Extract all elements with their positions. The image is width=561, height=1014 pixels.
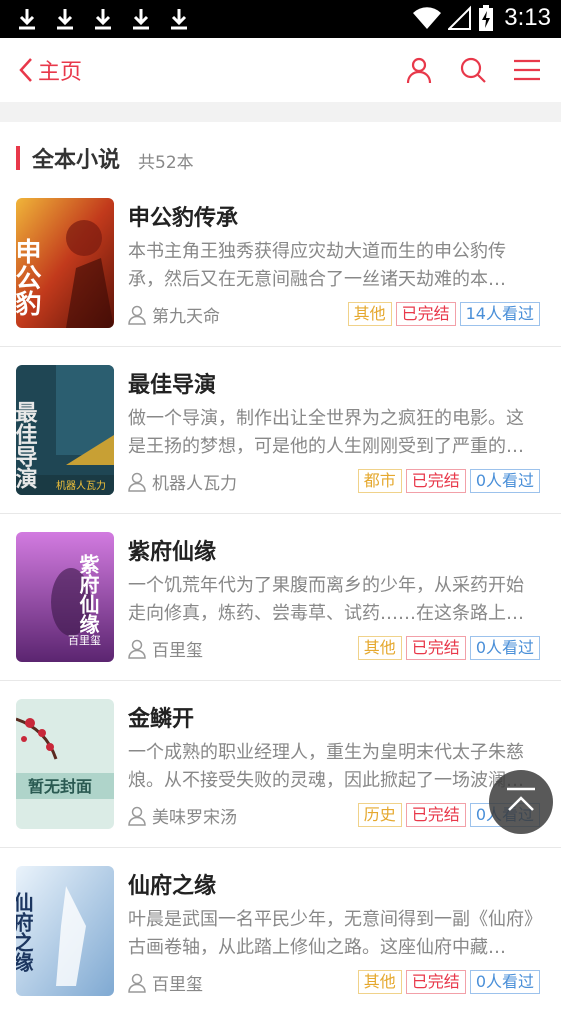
notification-icons bbox=[14, 6, 192, 32]
download-icon bbox=[133, 9, 149, 30]
book-item[interactable]: 申公豹 申公豹传承 本书主角王独秀获得应灾劫大道而生的申公豹传承，然后又在无意间… bbox=[0, 180, 561, 347]
book-item[interactable]: 紫府仙缘 百里玺 紫府仙缘 一个饥荒年代为了果腹而离乡的少年，从采药开始走向修真… bbox=[0, 514, 561, 681]
book-author: 机器人瓦力 bbox=[128, 469, 237, 494]
book-cover[interactable]: 紫府仙缘 百里玺 bbox=[16, 532, 114, 662]
status-badge: 已完结 bbox=[405, 469, 466, 493]
clock: 3:13 bbox=[504, 4, 551, 31]
category-badge: 其他 bbox=[357, 970, 402, 994]
author-icon bbox=[128, 472, 146, 492]
book-author: 百里玺 bbox=[128, 636, 203, 661]
status-badge: 已完结 bbox=[395, 302, 456, 326]
book-description: 一个成熟的职业经理人，重生为皇明末代太子朱慈烺。从不接受失败的灵魂，因此掀起了一… bbox=[128, 742, 524, 791]
download-icon bbox=[57, 9, 73, 30]
category-badge: 都市 bbox=[357, 469, 402, 493]
book-title: 仙府之缘 bbox=[128, 874, 217, 899]
back-to-top-icon bbox=[507, 787, 535, 811]
status-icons: 3:13 bbox=[412, 4, 551, 32]
book-item[interactable]: 暂无封面 金鳞开 一个成熟的职业经理人，重生为皇明末代太子朱慈烺。从不接受失败的… bbox=[0, 681, 561, 848]
book-list: 申公豹 申公豹传承 本书主角王独秀获得应灾劫大道而生的申公豹传承，然后又在无意间… bbox=[0, 180, 561, 1014]
views-badge: 14人看过 bbox=[459, 302, 540, 326]
menu-icon[interactable] bbox=[513, 56, 541, 84]
book-title: 紫府仙缘 bbox=[128, 540, 217, 565]
signal-icon bbox=[448, 5, 472, 30]
book-title: 最佳导演 bbox=[128, 373, 217, 398]
author-name: 第九天命 bbox=[152, 307, 220, 327]
wifi-icon bbox=[413, 7, 442, 29]
back-label: 主页 bbox=[38, 60, 83, 85]
views-badge: 0人看过 bbox=[469, 636, 540, 660]
author-icon bbox=[128, 973, 146, 993]
book-item[interactable]: 仙府之缘 仙府之缘 叶晨是武国一名平民少年，无意间得到一副《仙府》古画卷轴，从此… bbox=[0, 848, 561, 1014]
author-icon bbox=[128, 639, 146, 659]
cover-title: 仙府之缘 bbox=[16, 891, 34, 972]
cover-title: 申公豹 bbox=[16, 238, 42, 316]
views-badge: 0人看过 bbox=[469, 469, 540, 493]
book-cover[interactable]: 仙府之缘 bbox=[16, 866, 114, 996]
download-icon bbox=[171, 9, 187, 30]
section-header: 全本小说 共52本 bbox=[0, 140, 561, 178]
category-badge: 历史 bbox=[357, 803, 402, 827]
status-badge: 已完结 bbox=[405, 970, 466, 994]
views-badge: 0人看过 bbox=[469, 970, 540, 994]
cover-author: 百里玺 bbox=[68, 634, 101, 647]
download-icon bbox=[95, 9, 111, 30]
cover-title: 紫府仙缘 bbox=[76, 554, 100, 634]
author-name: 美味罗宋汤 bbox=[152, 808, 237, 828]
battery-charging-icon bbox=[479, 5, 494, 31]
chevron-left-icon bbox=[19, 58, 32, 82]
download-icon bbox=[19, 9, 35, 30]
divider bbox=[0, 102, 561, 122]
book-description: 叶晨是武国一名平民少年，无意间得到一副《仙府》古画卷轴，从此踏上修仙之路。这座仙… bbox=[128, 909, 533, 958]
book-description: 做一个导演，制作出让全世界为之疯狂的电影。这是王扬的梦想，可是他的人生刚刚受到了… bbox=[128, 408, 524, 457]
top-nav: 主页 bbox=[0, 38, 561, 102]
category-badge: 其他 bbox=[347, 302, 392, 326]
book-cover[interactable]: 最佳导演 机器人瓦力 bbox=[16, 365, 114, 495]
book-author: 第九天命 bbox=[128, 302, 220, 327]
author-name: 百里玺 bbox=[152, 641, 203, 661]
book-cover[interactable]: 暂无封面 bbox=[16, 699, 114, 829]
book-item[interactable]: 最佳导演 机器人瓦力 最佳导演 做一个导演，制作出让全世界为之疯狂的电影。这是王… bbox=[0, 347, 561, 514]
status-bar: 3:13 bbox=[0, 0, 561, 38]
book-author: 百里玺 bbox=[128, 970, 203, 995]
author-name: 机器人瓦力 bbox=[152, 474, 237, 494]
back-button[interactable]: 主页 bbox=[18, 54, 82, 86]
cover-author: 机器人瓦力 bbox=[56, 479, 106, 492]
book-description: 一个饥荒年代为了果腹而离乡的少年，从采药开始走向修真，炼药、尝毒草、试药……在这… bbox=[128, 575, 524, 624]
search-icon[interactable] bbox=[459, 56, 487, 84]
status-badge: 已完结 bbox=[405, 803, 466, 827]
book-description: 本书主角王独秀获得应灾劫大道而生的申公豹传承，然后又在无意间融合了一丝诸天劫难的… bbox=[128, 241, 506, 290]
section-title: 全本小说 bbox=[32, 148, 121, 173]
book-cover[interactable]: 申公豹 bbox=[16, 198, 114, 328]
book-author: 美味罗宋汤 bbox=[128, 803, 237, 828]
cover-title: 暂无封面 bbox=[28, 777, 92, 796]
back-to-top-button[interactable] bbox=[489, 770, 553, 834]
user-icon[interactable] bbox=[405, 56, 433, 84]
author-icon bbox=[128, 806, 146, 826]
author-icon bbox=[128, 305, 146, 325]
cover-title: 最佳导演 bbox=[16, 401, 38, 489]
status-badge: 已完结 bbox=[405, 636, 466, 660]
section-count: 共52本 bbox=[138, 153, 194, 173]
book-title: 申公豹传承 bbox=[128, 206, 239, 231]
author-name: 百里玺 bbox=[152, 975, 203, 995]
book-title: 金鳞开 bbox=[128, 707, 195, 732]
section-accent-bar bbox=[16, 146, 20, 170]
category-badge: 其他 bbox=[357, 636, 402, 660]
